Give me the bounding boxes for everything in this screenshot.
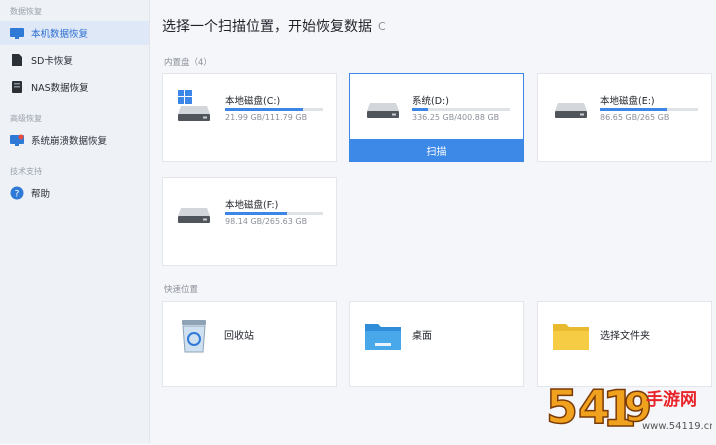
drive-usage-fill: [225, 108, 304, 111]
svg-text:?: ?: [15, 190, 20, 200]
hard-drive-icon: [177, 104, 211, 122]
location-label: 选择文件夹: [600, 331, 650, 342]
drive-usage-fill: [225, 212, 287, 215]
drive-name: 系统(D:): [412, 96, 449, 107]
sidebar: 数据恢复 本机数据恢复 SD卡恢复 NAS数据恢复 高级恢复 系统崩溃数据恢复 …: [0, 0, 150, 443]
svg-text:手游网: 手游网: [646, 389, 697, 410]
drive-name: 本地磁盘(C:): [225, 96, 281, 107]
recycle-bin-icon: [180, 318, 208, 358]
refresh-icon[interactable]: C: [378, 20, 386, 33]
drive-name: 本地磁盘(E:): [600, 96, 655, 107]
drive-card-c[interactable]: 本地磁盘(C:) 21.99 GB/111.79 GB: [162, 73, 337, 162]
hard-drive-icon: [177, 206, 211, 224]
sidebar-item-help[interactable]: ? 帮助: [0, 181, 149, 205]
svg-text:54: 54: [546, 380, 610, 434]
sidebar-item-sd[interactable]: SD卡恢复: [0, 48, 149, 72]
sd-card-icon: [9, 53, 25, 67]
sidebar-item-label: NAS数据恢复: [31, 83, 89, 94]
sidebar-item-nas[interactable]: NAS数据恢复: [0, 75, 149, 99]
drive-card-f[interactable]: 本地磁盘(F:) 98.14 GB/265.63 GB: [162, 177, 337, 266]
folder-icon: [552, 321, 590, 355]
watermark-logo: 54 1 9 手游网 www.54119.cn: [542, 371, 715, 441]
sidebar-item-label: SD卡恢复: [31, 56, 73, 67]
scan-button[interactable]: 扫描: [350, 139, 523, 161]
nas-icon: [9, 80, 25, 94]
section-label-advanced: 高级恢复: [10, 114, 42, 123]
drive-size: 98.14 GB/265.63 GB: [225, 217, 308, 226]
drive-card-d[interactable]: 系统(D:) 336.25 GB/400.88 GB 扫描: [349, 73, 524, 162]
desktop-folder-icon: [364, 321, 402, 355]
drive-card-e[interactable]: 本地磁盘(E:) 86.65 GB/265 GB: [537, 73, 712, 162]
drive-size: 21.99 GB/111.79 GB: [225, 113, 308, 122]
drive-usage-fill: [412, 108, 428, 111]
hard-drive-icon: [366, 101, 400, 119]
help-icon: ?: [9, 186, 25, 200]
section-label-recovery: 数据恢复: [10, 7, 42, 16]
location-label: 回收站: [224, 331, 254, 342]
drive-usage-fill: [600, 108, 667, 111]
section-label-support: 技术支持: [10, 167, 42, 176]
page-title-text: 选择一个扫描位置，开始恢复数据: [162, 19, 372, 35]
sidebar-item-crash[interactable]: 系统崩溃数据恢复: [0, 128, 149, 152]
sidebar-item-label: 本机数据恢复: [31, 29, 89, 40]
location-card-desktop[interactable]: 桌面: [349, 301, 524, 387]
quick-locations-label: 快速位置: [164, 285, 199, 295]
drive-size: 86.65 GB/265 GB: [600, 113, 670, 122]
hard-drive-icon: [554, 101, 588, 119]
drive-usage-bar: [225, 108, 323, 111]
monitor-icon: [9, 26, 25, 40]
drive-usage-bar: [225, 212, 323, 215]
page-title: 选择一个扫描位置，开始恢复数据 C: [162, 16, 386, 36]
sidebar-item-label: 系统崩溃数据恢复: [31, 136, 108, 147]
drive-usage-bar: [600, 108, 698, 111]
drive-name: 本地磁盘(F:): [225, 200, 279, 211]
location-card-recycle-bin[interactable]: 回收站: [162, 301, 337, 387]
drive-usage-bar: [412, 108, 510, 111]
location-label: 桌面: [412, 331, 432, 342]
internal-disks-label: 内置盘（4）: [164, 58, 212, 68]
sidebar-item-label: 帮助: [31, 189, 51, 200]
sidebar-item-local[interactable]: 本机数据恢复: [0, 21, 149, 45]
crashed-system-icon: [9, 133, 25, 147]
svg-text:www.54119.cn: www.54119.cn: [642, 421, 712, 432]
drive-size: 336.25 GB/400.88 GB: [412, 113, 500, 122]
